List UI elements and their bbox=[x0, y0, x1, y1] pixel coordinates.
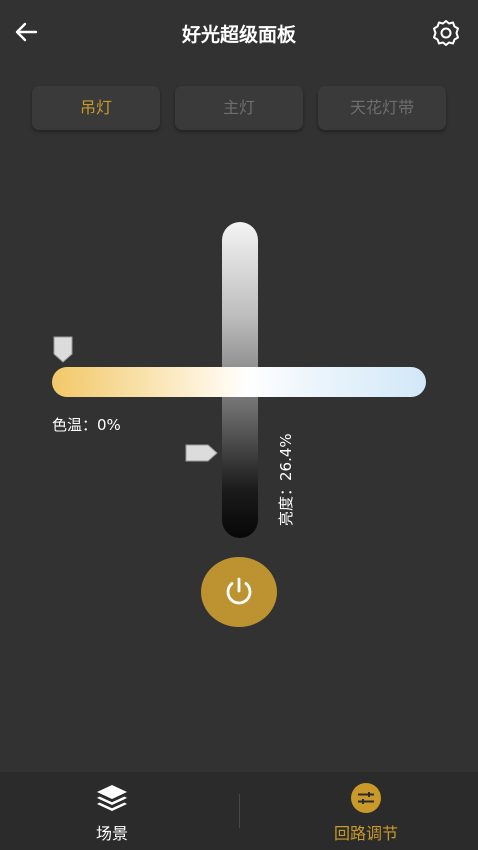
brightness-handle[interactable] bbox=[184, 443, 218, 463]
nav-item-scenes[interactable]: 场景 bbox=[22, 782, 202, 846]
tab-pendant-light[interactable]: 吊灯 bbox=[32, 86, 160, 130]
color-temperature-label: 色温：0% bbox=[52, 414, 121, 435]
power-icon bbox=[226, 577, 252, 605]
slider-handle-icon bbox=[53, 336, 73, 363]
slider-handle-icon bbox=[185, 444, 218, 462]
color-temperature-slider[interactable] bbox=[52, 367, 426, 397]
light-tabs: 吊灯 主灯 天花灯带 bbox=[32, 86, 446, 130]
nav-label-scenes: 场景 bbox=[95, 824, 128, 843]
color-temperature-prefix: 色温： bbox=[52, 416, 98, 434]
gear-icon bbox=[433, 20, 459, 46]
settings-button[interactable] bbox=[430, 17, 462, 49]
nav-label-circuit-adjust: 回路调节 bbox=[333, 824, 398, 843]
nav-item-circuit-adjust[interactable]: 回路调节 bbox=[276, 782, 456, 846]
sliders-icon bbox=[351, 783, 381, 813]
power-button[interactable] bbox=[201, 557, 277, 627]
nav-divider bbox=[239, 794, 240, 828]
page-title: 好光超级面板 bbox=[181, 24, 296, 46]
color-temperature-value: 0% bbox=[97, 416, 121, 434]
tab-ceiling-strip[interactable]: 天花灯带 bbox=[318, 86, 446, 130]
brightness-label: 亮度：26.4% bbox=[277, 433, 295, 526]
header: 好光超级面板 bbox=[0, 0, 478, 66]
bottom-navigation: 场景 回路调节 bbox=[0, 772, 478, 850]
layers-icon bbox=[97, 785, 127, 811]
tab-main-light[interactable]: 主灯 bbox=[175, 86, 303, 130]
color-temperature-handle[interactable] bbox=[52, 335, 74, 363]
light-control-screen: 好光超级面板 吊灯 主灯 天花灯带 色温：0% 亮度：26.4% 场景 回路调节 bbox=[0, 0, 478, 850]
brightness-label-container: 亮度：26.4% bbox=[276, 430, 296, 530]
